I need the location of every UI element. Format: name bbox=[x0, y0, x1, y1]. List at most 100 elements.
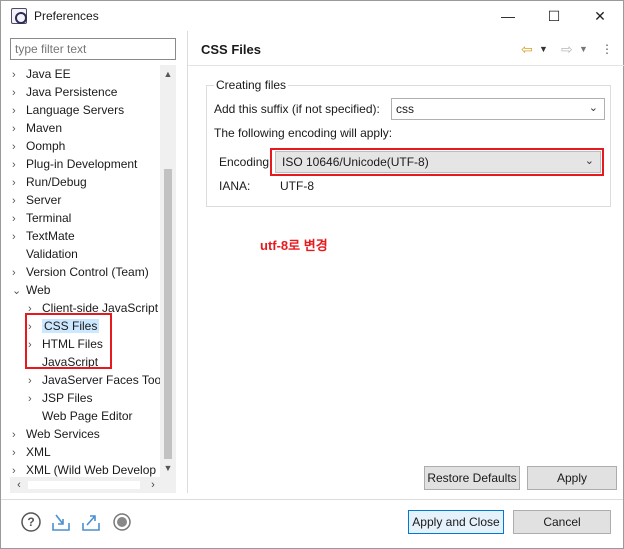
chevron-right-icon[interactable]: › bbox=[12, 444, 26, 462]
tree-item-label: Web Services bbox=[26, 427, 100, 441]
chevron-down-icon[interactable]: ⌄ bbox=[589, 101, 598, 114]
iana-value: UTF-8 bbox=[280, 179, 314, 193]
tree-item-label: JavaServer Faces Tool bbox=[42, 373, 164, 387]
chevron-right-icon[interactable]: › bbox=[12, 174, 26, 192]
svg-text:?: ? bbox=[27, 515, 34, 529]
tree-item-xml[interactable]: › XML bbox=[12, 443, 51, 461]
annotation-text: utf-8로 변경 bbox=[260, 238, 328, 253]
chevron-right-icon[interactable]: › bbox=[12, 228, 26, 246]
back-menu-chevron-icon[interactable]: ▼ bbox=[539, 39, 548, 59]
tree-item-label: Plug-in Development bbox=[26, 157, 138, 171]
maximize-button[interactable]: ☐ bbox=[531, 1, 577, 31]
view-menu-icon[interactable]: ⋮ bbox=[601, 39, 613, 59]
tree-item-textmate[interactable]: › TextMate bbox=[12, 227, 75, 245]
eclipse-app-icon bbox=[11, 8, 27, 24]
scroll-right-icon[interactable]: › bbox=[146, 477, 160, 493]
chevron-right-icon[interactable]: › bbox=[12, 426, 26, 444]
tree-item-label: Java EE bbox=[26, 67, 71, 81]
page-title: CSS Files bbox=[201, 42, 261, 57]
footer-separator bbox=[1, 499, 623, 500]
suffix-label: Add this suffix (if not specified): bbox=[214, 102, 380, 116]
scroll-down-icon[interactable]: ▼ bbox=[160, 461, 176, 475]
tree-item-label: Java Persistence bbox=[26, 85, 118, 99]
tree-item-jsp-files[interactable]: › JSP Files bbox=[28, 389, 92, 407]
chevron-right-icon[interactable]: › bbox=[12, 156, 26, 174]
chevron-right-icon[interactable]: › bbox=[28, 390, 42, 408]
chevron-right-icon[interactable]: › bbox=[12, 138, 26, 156]
tree-item-label: Validation bbox=[26, 247, 78, 261]
forward-menu-chevron-icon[interactable]: ▼ bbox=[579, 39, 588, 59]
tree-item-label: Web bbox=[26, 283, 51, 297]
suffix-dropdown[interactable]: css ⌄ bbox=[391, 98, 605, 120]
chevron-right-icon[interactable]: › bbox=[12, 66, 26, 84]
tree-item-label: Language Servers bbox=[26, 103, 125, 117]
tree-item-oomph[interactable]: › Oomph bbox=[12, 137, 65, 155]
tree-item-label: XML bbox=[26, 445, 51, 459]
chevron-down-icon[interactable]: ⌄ bbox=[12, 282, 26, 300]
tree-item-server[interactable]: › Server bbox=[12, 191, 61, 209]
group-title: Creating files bbox=[214, 78, 289, 92]
tree-horizontal-scrollbar[interactable]: ‹ › bbox=[10, 477, 176, 493]
tree-item-terminal[interactable]: › Terminal bbox=[12, 209, 71, 227]
tree-item-java-persistence[interactable]: › Java Persistence bbox=[12, 83, 117, 101]
minimize-button[interactable]: — bbox=[485, 1, 531, 31]
encoding-label: Encoding: bbox=[219, 155, 273, 169]
tree-item-java-ee[interactable]: › Java EE bbox=[12, 65, 71, 83]
tree-item-run-debug[interactable]: › Run/Debug bbox=[12, 173, 87, 191]
annotation-highlight-tree bbox=[25, 313, 112, 369]
annotation-highlight-encoding bbox=[270, 148, 604, 176]
tree-item-label: XML (Wild Web Develop bbox=[26, 463, 157, 477]
tree-item-web-page-editor[interactable]: Web Page Editor bbox=[28, 407, 133, 425]
chevron-right-icon[interactable]: › bbox=[12, 102, 26, 120]
title-bar: Preferences — ☐ ✕ bbox=[1, 1, 623, 31]
close-button[interactable]: ✕ bbox=[577, 1, 623, 31]
iana-label: IANA: bbox=[219, 179, 251, 193]
header-separator bbox=[188, 65, 624, 66]
chevron-right-icon[interactable]: › bbox=[12, 192, 26, 210]
chevron-right-icon[interactable]: › bbox=[12, 120, 26, 138]
page-navigation: ⇦ ▼ ⇨ ▼ ⋮ bbox=[521, 39, 613, 59]
tree-item-validation[interactable]: Validation bbox=[12, 245, 78, 263]
help-icon[interactable]: ? bbox=[20, 511, 42, 533]
tree-item-maven[interactable]: › Maven bbox=[12, 119, 62, 137]
chevron-right-icon[interactable]: › bbox=[12, 210, 26, 228]
cancel-button[interactable]: Cancel bbox=[513, 510, 611, 534]
restore-defaults-button[interactable]: Restore Defaults bbox=[424, 466, 520, 490]
tree-item-label: Oomph bbox=[26, 139, 66, 153]
tree-item-label: TextMate bbox=[26, 229, 75, 243]
apply-and-close-button[interactable]: Apply and Close bbox=[408, 510, 504, 534]
import-icon[interactable] bbox=[50, 511, 72, 533]
chevron-right-icon[interactable]: › bbox=[12, 84, 26, 102]
scroll-thumb-horizontal[interactable] bbox=[28, 481, 140, 489]
tree-item-label: Web Page Editor bbox=[42, 409, 133, 423]
scroll-up-icon[interactable]: ▲ bbox=[160, 67, 176, 81]
scroll-thumb[interactable] bbox=[164, 169, 172, 459]
scroll-left-icon[interactable]: ‹ bbox=[12, 477, 26, 493]
forward-arrow-icon[interactable]: ⇨ bbox=[561, 39, 573, 59]
chevron-right-icon[interactable]: › bbox=[28, 372, 42, 390]
tree-item-language-servers[interactable]: › Language Servers bbox=[12, 101, 124, 119]
record-icon[interactable] bbox=[111, 511, 133, 533]
preferences-window: Preferences — ☐ ✕ ›Java EE ›Java Persist… bbox=[0, 0, 624, 549]
chevron-right-icon[interactable]: › bbox=[12, 264, 26, 282]
export-icon[interactable] bbox=[80, 511, 102, 533]
suffix-value: css bbox=[396, 102, 414, 116]
tree-item-web-services[interactable]: › Web Services bbox=[12, 425, 100, 443]
tree-item-label: Run/Debug bbox=[26, 175, 87, 189]
filter-input[interactable] bbox=[10, 38, 176, 60]
tree-item-label: Version Control (Team) bbox=[26, 265, 149, 279]
tree-item-label: Server bbox=[26, 193, 62, 207]
tree-item-web[interactable]: ⌄ Web bbox=[12, 281, 50, 299]
tree-vertical-scrollbar[interactable]: ▲ ▼ bbox=[160, 65, 176, 477]
encoding-note: The following encoding will apply: bbox=[214, 126, 393, 140]
tree-item-javaserver-faces-tool[interactable]: › JavaServer Faces Tool bbox=[28, 371, 164, 389]
pane-divider bbox=[187, 31, 188, 493]
tree-item-version-control[interactable]: › Version Control (Team) bbox=[12, 263, 149, 281]
tree-item-plugin-development[interactable]: › Plug-in Development bbox=[12, 155, 137, 173]
apply-button[interactable]: Apply bbox=[527, 466, 617, 490]
tree-item-label: Terminal bbox=[26, 211, 72, 225]
window-title: Preferences bbox=[34, 9, 99, 23]
tree-item-label: Maven bbox=[26, 121, 63, 135]
back-arrow-icon[interactable]: ⇦ bbox=[521, 39, 533, 59]
tree-item-label: JSP Files bbox=[42, 391, 93, 405]
